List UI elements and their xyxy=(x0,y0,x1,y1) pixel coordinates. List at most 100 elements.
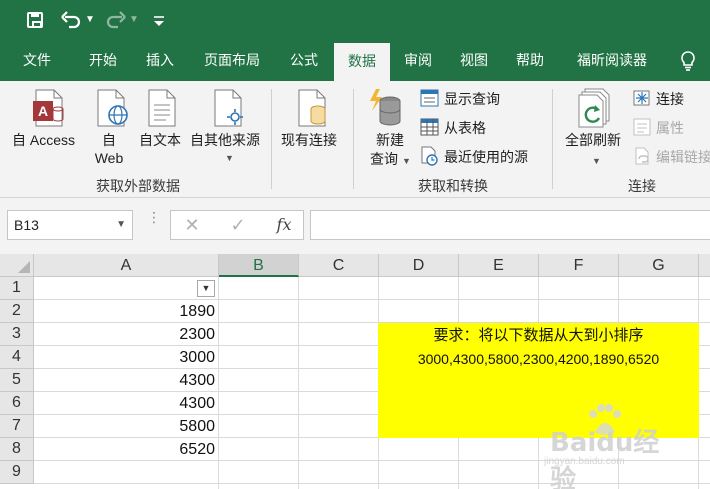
column-header-e[interactable]: E xyxy=(459,254,539,277)
column-header-c[interactable]: C xyxy=(299,254,379,277)
tab-file[interactable]: 文件 xyxy=(8,40,66,81)
cell-a2[interactable]: 1890 xyxy=(35,301,215,323)
tab-review[interactable]: 审阅 xyxy=(392,40,444,81)
row-header-4[interactable]: 4 xyxy=(0,346,34,369)
access-icon: A xyxy=(32,89,66,132)
cell-a6[interactable]: 4300 xyxy=(35,393,215,415)
baidu-watermark-logo: Baidu经验 jingyan.baidu.com xyxy=(530,404,680,489)
select-all-button[interactable] xyxy=(0,254,34,277)
from-web-button-line1[interactable]: 自 xyxy=(92,131,126,149)
enter-icon[interactable]: ✓ xyxy=(221,211,255,239)
recent-sources-button[interactable]: 最近使用的源 xyxy=(444,148,528,166)
web-icon xyxy=(96,89,130,132)
group-label-get-external-data: 获取外部数据 xyxy=(96,178,180,194)
tab-help[interactable]: 帮助 xyxy=(504,40,556,81)
row-header-8[interactable]: 8 xyxy=(0,438,34,461)
text-file-icon xyxy=(146,89,180,132)
cell-a5[interactable]: 4300 xyxy=(35,370,215,392)
tab-foxit-reader[interactable]: 福昕阅读器 xyxy=(564,40,660,81)
tab-insert[interactable]: 插入 xyxy=(131,40,189,81)
properties-button[interactable]: 属性 xyxy=(656,119,684,137)
lightbulb-icon[interactable] xyxy=(679,50,697,72)
group-label-connections: 连接 xyxy=(628,178,656,194)
new-query-icon xyxy=(368,87,404,132)
tab-page-layout[interactable]: 页面布局 xyxy=(192,40,272,81)
row-header-3[interactable]: 3 xyxy=(0,323,34,346)
note-line-1: 要求：将以下数据从大到小排序 xyxy=(433,327,644,344)
refresh-all-dropdown-icon[interactable]: ▼ xyxy=(592,152,601,170)
gridline xyxy=(34,299,710,300)
other-sources-icon xyxy=(212,89,246,132)
from-web-button-line2[interactable]: Web xyxy=(90,149,128,167)
existing-connections-icon xyxy=(296,89,330,132)
from-text-button[interactable]: 自文本 xyxy=(139,131,181,149)
recent-sources-icon xyxy=(420,146,439,171)
row-header-5[interactable]: 5 xyxy=(0,369,34,392)
cell-a3[interactable]: 2300 xyxy=(35,324,215,346)
save-icon[interactable] xyxy=(27,12,43,28)
selected-column-b[interactable] xyxy=(218,277,299,489)
edit-links-icon xyxy=(633,147,652,170)
column-header-partial[interactable] xyxy=(699,254,710,277)
svg-text:A: A xyxy=(38,103,48,119)
ribbon-separator xyxy=(353,89,354,189)
from-table-icon xyxy=(420,118,439,141)
formula-bar: B13 ▼ ⋮ ✕ ✓ fx xyxy=(0,198,710,254)
edit-links-button[interactable]: 编辑链接 xyxy=(656,148,710,166)
note-line-2: 3000,4300,5800,2300,4200,1890,6520 xyxy=(417,351,660,367)
connections-button[interactable]: 连接 xyxy=(656,90,684,108)
tab-formulas[interactable]: 公式 xyxy=(278,40,330,81)
tab-home[interactable]: 开始 xyxy=(74,40,132,81)
undo-icon[interactable] xyxy=(60,9,82,31)
show-queries-button[interactable]: 显示查询 xyxy=(444,90,500,108)
existing-connections-button[interactable]: 现有连接 xyxy=(281,131,337,149)
filter-dropdown-icon[interactable]: ▼ xyxy=(197,280,215,297)
ribbon-separator xyxy=(552,89,553,189)
from-other-dropdown-icon[interactable]: ▼ xyxy=(225,149,234,167)
quick-access-toolbar: ▼ ▼ xyxy=(0,0,710,40)
name-box-value: B13 xyxy=(14,217,39,233)
cancel-icon[interactable]: ✕ xyxy=(175,211,209,239)
refresh-all-icon xyxy=(577,88,615,133)
formula-buttons: ✕ ✓ fx xyxy=(170,210,304,240)
column-header-a[interactable]: A xyxy=(34,254,219,277)
cell-a7[interactable]: 5800 xyxy=(35,416,215,438)
show-queries-icon xyxy=(420,89,439,112)
cell-a4[interactable]: 3000 xyxy=(35,347,215,369)
new-query-button-line2[interactable]: 查询 xyxy=(370,150,398,168)
row-header-7[interactable]: 7 xyxy=(0,415,34,438)
from-table-button[interactable]: 从表格 xyxy=(444,119,486,137)
undo-dropdown-icon[interactable]: ▼ xyxy=(84,9,96,31)
ribbon-separator xyxy=(271,89,272,189)
group-label-get-transform: 获取和转换 xyxy=(418,178,488,194)
column-header-b[interactable]: B xyxy=(219,254,299,277)
redo-icon[interactable] xyxy=(105,9,127,31)
row-header-2[interactable]: 2 xyxy=(0,300,34,323)
new-query-button-line1[interactable]: 新建 xyxy=(370,131,410,149)
name-box-dropdown-icon[interactable]: ▼ xyxy=(116,211,126,239)
from-access-button[interactable]: 自 Access xyxy=(12,131,75,149)
refresh-all-button[interactable]: 全部刷新 xyxy=(565,131,621,149)
connections-icon xyxy=(633,89,652,112)
row-header-9[interactable]: 9 xyxy=(0,461,34,484)
tab-data[interactable]: 数据 xyxy=(334,43,390,81)
new-query-dropdown-icon[interactable]: ▼ xyxy=(402,152,411,170)
row-header-1[interactable]: 1 xyxy=(0,277,34,300)
tab-view[interactable]: 视图 xyxy=(448,40,500,81)
cell-a8[interactable]: 6520 xyxy=(35,439,215,461)
from-other-sources-button[interactable]: 自其他来源 xyxy=(190,131,260,149)
row-header-6[interactable]: 6 xyxy=(0,392,34,415)
worksheet-grid: A B C D E F G 1 2 3 4 5 6 7 8 9 ▼ 1890 2… xyxy=(0,254,710,489)
column-header-d[interactable]: D xyxy=(379,254,459,277)
name-box[interactable]: B13 ▼ xyxy=(7,210,133,240)
watermark-url: jingyan.baidu.com xyxy=(544,456,625,467)
formula-input[interactable] xyxy=(310,210,710,240)
column-header-g[interactable]: G xyxy=(619,254,699,277)
insert-function-icon[interactable]: fx xyxy=(267,211,301,239)
ribbon-data: A 自 Access 自 Web 自文本 自其他来源 ▼ 获取外部数据 现有连接… xyxy=(0,81,710,198)
column-header-f[interactable]: F xyxy=(539,254,619,277)
formula-bar-grip-icon[interactable]: ⋮ xyxy=(147,210,161,236)
properties-icon xyxy=(633,118,652,141)
customize-qat-icon[interactable] xyxy=(150,9,168,31)
redo-dropdown-icon[interactable]: ▼ xyxy=(128,9,140,31)
